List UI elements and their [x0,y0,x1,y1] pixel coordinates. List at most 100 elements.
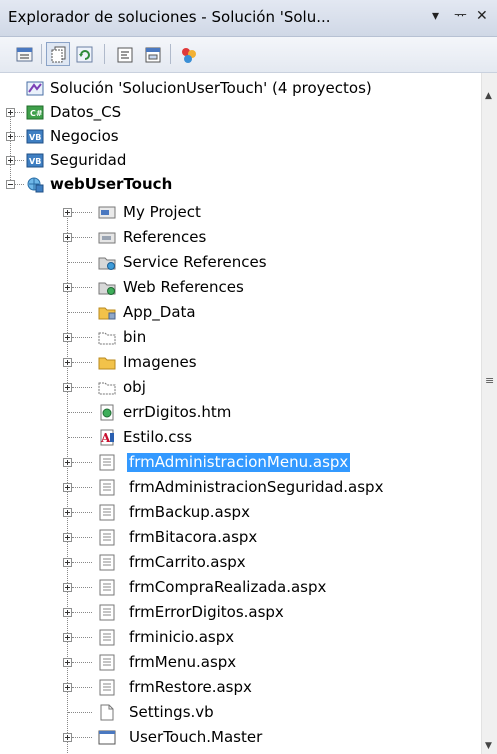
tree-row-item[interactable]: errDigitos.htm [0,400,481,425]
web-references-icon [98,282,116,295]
aspx-file-icon [99,654,115,671]
tree-row-item[interactable]: frmCompraRealizada.aspx [0,575,481,600]
tree-row-item[interactable]: Service References [0,250,481,275]
expand-toggle[interactable] [63,333,72,342]
svg-text:C#: C# [30,109,43,118]
scroll-up-icon[interactable]: ▲ [485,91,492,101]
item-label: obj [123,378,146,396]
tree-row-item[interactable]: A Estilo.css [0,425,481,450]
properties-button[interactable] [12,42,36,66]
expand-toggle[interactable] [63,733,72,742]
expand-toggle[interactable] [63,583,72,592]
tree-row-item[interactable]: App_Data [0,300,481,325]
expand-toggle[interactable] [63,508,72,517]
view-designer-button[interactable] [140,42,164,66]
close-icon[interactable]: ✕ [476,7,488,25]
aspx-file-icon [99,479,115,496]
csharp-project-icon: C# [26,105,44,120]
expand-toggle[interactable] [6,156,15,165]
expand-toggle[interactable] [63,383,72,392]
expand-toggle[interactable] [63,658,72,667]
tree-row-item[interactable]: UserTouch.Master [0,725,481,750]
properties-icon [16,47,33,62]
expand-toggle[interactable] [6,108,15,117]
tree-row-item[interactable]: bin [0,325,481,350]
tree-row-item[interactable]: Web References [0,275,481,300]
tree-row-item[interactable]: frmBitacora.aspx [0,525,481,550]
item-label: frmMenu.aspx [129,653,237,671]
expand-toggle[interactable] [63,483,72,492]
solution-icon [26,81,44,96]
tree-row-item-selected[interactable]: frmAdministracionMenu.aspx [0,450,481,475]
view-designer-icon [145,47,161,63]
tree-row-solution[interactable]: Solución 'SolucionUserTouch' (4 proyecto… [0,76,481,101]
scroll-thumb[interactable]: ≡ [485,373,494,388]
dropdown-icon[interactable]: ▾ [432,7,439,25]
my-project-icon [98,206,116,219]
tree-row-project[interactable]: C# Datos_CS [0,100,481,125]
item-label: frmBackup.aspx [129,503,250,521]
expand-toggle[interactable] [6,132,15,141]
view-code-button[interactable] [112,42,136,66]
tree-row-item[interactable]: My Project [0,200,481,225]
panel-titlebar: Explorador de soluciones - Solución 'Sol… [0,0,497,37]
panel-title: Explorador de soluciones - Solución 'Sol… [8,8,331,26]
tree-row-item[interactable]: frmBackup.aspx [0,500,481,525]
expand-toggle[interactable] [63,533,72,542]
project-label: Negocios [50,127,119,145]
expand-toggle[interactable] [63,283,72,292]
references-icon [98,232,116,244]
expand-toggle[interactable] [63,558,72,567]
class-diagram-button[interactable] [176,42,200,66]
svg-text:VB: VB [29,133,41,142]
project-label: Datos_CS [50,103,122,121]
show-all-files-button[interactable] [46,42,70,66]
pin-icon[interactable]: ᅲ [454,7,467,25]
tree-row-item[interactable]: frmMenu.aspx [0,650,481,675]
item-label: Web References [123,278,244,296]
tree-row-item[interactable]: References [0,225,481,250]
aspx-file-icon [99,679,115,696]
item-label: bin [123,328,147,346]
aspx-file-icon [99,604,115,621]
tree-row-item[interactable]: Imagenes [0,350,481,375]
tree-row-item[interactable]: Settings.vb [0,700,481,725]
tree-row-startup-project[interactable]: webUserTouch [0,172,481,197]
expand-toggle[interactable] [63,683,72,692]
item-label: errDigitos.htm [123,403,232,421]
tree-row-item[interactable]: obj [0,375,481,400]
item-label: frmBitacora.aspx [129,528,258,546]
show-all-files-icon [51,46,66,63]
aspx-file-icon [99,554,115,571]
tree-row-project[interactable]: VB Seguridad [0,148,481,173]
html-file-icon [100,404,114,421]
expand-toggle[interactable] [63,608,72,617]
aspx-file-icon [99,454,115,471]
svg-text:VB: VB [29,157,41,166]
collapse-toggle[interactable] [6,180,15,189]
expand-toggle[interactable] [63,208,72,217]
item-label: frmCompraRealizada.aspx [129,578,327,596]
item-label: Service References [123,253,267,271]
tree-row-item[interactable]: frmRestore.aspx [0,675,481,700]
scroll-down-icon[interactable]: ▼ [485,741,492,751]
expand-toggle[interactable] [63,358,72,367]
tree-row-item[interactable]: frmErrorDigitos.aspx [0,600,481,625]
tree-row-item[interactable]: frmCarrito.aspx [0,550,481,575]
class-diagram-icon [182,48,196,63]
tree-row-item[interactable]: frminicio.aspx [0,625,481,650]
item-label: References [123,228,207,246]
vertical-scrollbar[interactable]: ▲ ≡ ▼ [481,73,497,754]
tree-row-item[interactable]: frmAdministracionSeguridad.aspx [0,475,481,500]
refresh-button[interactable] [72,42,96,66]
expand-toggle[interactable] [63,458,72,467]
service-references-icon [98,257,116,270]
item-label: Settings.vb [129,703,214,721]
aspx-file-icon [99,579,115,596]
vb-project-icon: VB [26,153,44,168]
expand-toggle[interactable] [63,233,72,242]
aspx-file-icon [99,504,115,521]
expand-toggle[interactable] [63,633,72,642]
tree-row-project[interactable]: VB Negocios [0,124,481,149]
item-label: My Project [123,203,201,221]
